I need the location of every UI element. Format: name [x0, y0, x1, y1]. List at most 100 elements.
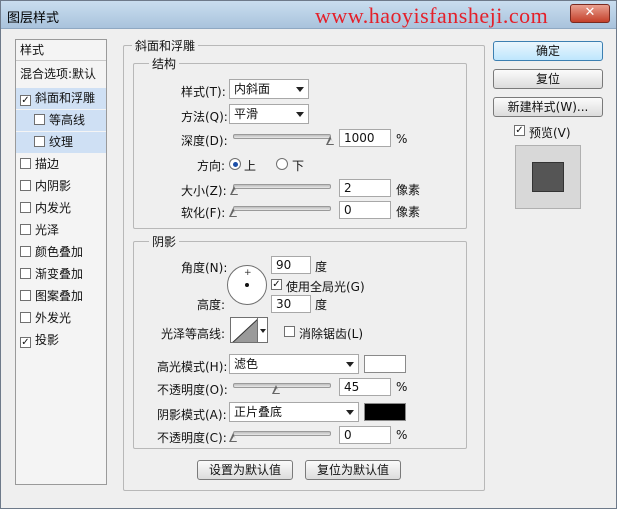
technique-value: 平滑 [234, 107, 259, 121]
blend-options-item[interactable]: 混合选项:默认 [16, 64, 106, 85]
list-item-drop-shadow[interactable]: ✓ 投影 [16, 330, 106, 351]
gloss-contour-preview[interactable] [230, 317, 258, 343]
checkbox-icon[interactable] [20, 246, 31, 257]
depth-slider-thumb[interactable] [326, 136, 335, 145]
gloss-contour-dropdown[interactable] [258, 317, 268, 343]
shadow-color-swatch[interactable] [364, 403, 406, 421]
size-slider-thumb[interactable] [230, 186, 239, 195]
shadow-opacity-input[interactable]: 0 [339, 426, 391, 444]
list-item-label: 斜面和浮雕 [35, 91, 96, 105]
direction-down-radio[interactable] [276, 158, 288, 170]
chevron-down-icon [296, 87, 304, 92]
angle-input[interactable]: 90 [271, 256, 311, 274]
list-item-inner-shadow[interactable]: 内阴影 [16, 176, 106, 197]
preview-checkbox[interactable]: ✓ [514, 125, 525, 136]
close-icon: ✕ [584, 5, 596, 20]
list-item-label: 图案叠加 [35, 289, 84, 303]
style-label: 样式(T): [181, 85, 226, 99]
direction-down-label: 下 [292, 159, 305, 173]
antialias-checkbox[interactable] [284, 326, 295, 337]
contour-curve-icon [232, 319, 257, 342]
shadow-mode-label: 阴影模式(A): [157, 408, 227, 422]
list-item-contour[interactable]: 等高线 [16, 110, 106, 131]
checkbox-icon[interactable] [34, 136, 45, 147]
highlight-mode-dropdown[interactable]: 滤色 [229, 354, 359, 374]
title-bar[interactable]: 图层样式 www.haoyisfansheji.com ✕ [1, 1, 616, 29]
soften-label: 软化(F): [181, 206, 226, 220]
list-item-satin[interactable]: 光泽 [16, 220, 106, 241]
angle-dial[interactable]: + [227, 265, 267, 305]
checkbox-icon[interactable] [20, 224, 31, 235]
list-item-label: 投影 [35, 333, 60, 347]
direction-label: 方向: [197, 159, 226, 173]
bevel-emboss-title: 斜面和浮雕 [132, 37, 199, 54]
list-item-label: 光泽 [35, 223, 60, 237]
list-item-bevel[interactable]: ✓ 斜面和浮雕 [16, 88, 106, 109]
layer-style-dialog: 图层样式 www.haoyisfansheji.com ✕ 样式 混合选项:默认… [0, 0, 617, 509]
checkbox-icon[interactable]: ✓ [20, 95, 31, 106]
altitude-input[interactable]: 30 [271, 295, 311, 313]
watermark: www.haoyisfansheji.com [315, 3, 549, 28]
checkbox-icon[interactable] [34, 114, 45, 125]
size-slider[interactable] [233, 184, 331, 189]
chevron-down-icon [296, 112, 304, 117]
highlight-opacity-slider-thumb[interactable] [272, 385, 281, 394]
list-item-label: 渐变叠加 [35, 267, 84, 281]
ok-button[interactable]: 确定 [493, 41, 603, 61]
shadow-opacity-slider-thumb[interactable] [229, 433, 238, 442]
list-item-label: 内发光 [35, 201, 72, 215]
checkbox-icon[interactable] [20, 202, 31, 213]
checkbox-icon[interactable]: ✓ [20, 337, 31, 348]
checkbox-icon[interactable] [20, 180, 31, 191]
list-item-label: 颜色叠加 [35, 245, 84, 259]
checkbox-icon[interactable] [20, 312, 31, 323]
checkbox-icon[interactable] [20, 268, 31, 279]
reset-button[interactable]: 复位 [493, 69, 603, 89]
style-preview [515, 145, 581, 209]
depth-unit: % [396, 132, 408, 146]
highlight-opacity-unit: % [396, 380, 408, 394]
highlight-color-swatch[interactable] [364, 355, 406, 373]
shadow-opacity-unit: % [396, 428, 408, 442]
preview-swatch [532, 162, 564, 192]
soften-slider-thumb[interactable] [229, 208, 238, 217]
list-item-inner-glow[interactable]: 内发光 [16, 198, 106, 219]
highlight-opacity-slider[interactable] [233, 383, 331, 388]
light-direction-icon: + [244, 268, 252, 278]
soften-unit: 像素 [396, 205, 421, 219]
checkbox-icon[interactable] [20, 158, 31, 169]
list-item-label: 描边 [35, 157, 60, 171]
list-item-color-overlay[interactable]: 颜色叠加 [16, 242, 106, 263]
shadow-opacity-slider[interactable] [233, 431, 331, 436]
shading-title: 阴影 [149, 233, 180, 250]
shadow-opacity-label: 不透明度(C): [157, 431, 227, 445]
depth-slider[interactable] [233, 134, 331, 139]
technique-dropdown[interactable]: 平滑 [229, 104, 309, 124]
make-default-button[interactable]: 设置为默认值 [197, 460, 293, 480]
size-input[interactable]: 2 [339, 179, 391, 197]
highlight-opacity-input[interactable]: 45 [339, 378, 391, 396]
shadow-mode-dropdown[interactable]: 正片叠底 [229, 402, 359, 422]
style-dropdown[interactable]: 内斜面 [229, 79, 309, 99]
close-button[interactable]: ✕ [570, 4, 610, 23]
soften-slider[interactable] [233, 206, 331, 211]
window-title: 图层样式 [7, 11, 60, 26]
checkbox-icon[interactable] [20, 290, 31, 301]
list-item-pattern-overlay[interactable]: 图案叠加 [16, 286, 106, 307]
antialias-label: 消除锯齿(L) [299, 327, 364, 341]
depth-input[interactable]: 1000 [339, 129, 391, 147]
altitude-label: 高度: [197, 298, 226, 312]
global-light-checkbox[interactable]: ✓ [271, 279, 282, 290]
list-item-stroke[interactable]: 描边 [16, 154, 106, 175]
list-item-texture[interactable]: 纹理 [16, 132, 106, 153]
soften-input[interactable]: 0 [339, 201, 391, 219]
list-item-outer-glow[interactable]: 外发光 [16, 308, 106, 329]
new-style-button[interactable]: 新建样式(W)... [493, 97, 603, 117]
direction-up-radio[interactable] [229, 158, 241, 170]
styles-header[interactable]: 样式 [16, 40, 106, 61]
angle-unit: 度 [315, 260, 328, 274]
reset-default-button[interactable]: 复位为默认值 [305, 460, 401, 480]
technique-label: 方法(Q): [181, 110, 228, 124]
list-item-gradient-overlay[interactable]: 渐变叠加 [16, 264, 106, 285]
chevron-down-icon [346, 410, 354, 415]
